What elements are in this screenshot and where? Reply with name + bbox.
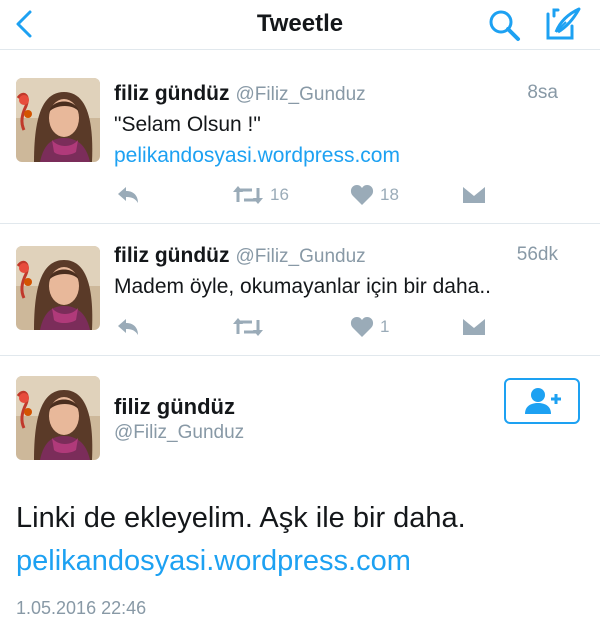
like-button[interactable]: 18 <box>350 180 399 210</box>
avatar[interactable] <box>16 376 100 460</box>
detail-tweet-text: Linki de ekleyelim. Aşk ile bir daha. <box>16 502 466 534</box>
like-count: 1 <box>380 317 390 336</box>
compose-icon <box>546 7 581 40</box>
reply-button[interactable] <box>116 180 140 210</box>
tweet-link[interactable]: pelikandosyasi.wordpress.com <box>114 144 400 168</box>
retweet-count: 16 <box>270 185 289 204</box>
compose-button[interactable] <box>542 4 584 44</box>
envelope-icon <box>463 187 485 203</box>
detail-timestamp: 1.05.2016 22:46 <box>16 598 147 618</box>
tweet-item[interactable]: filiz gündüz @Filiz_Gunduz 8sa "Selam Ols… <box>0 50 600 224</box>
nav-bar: Tweetle <box>0 0 600 50</box>
avatar-image <box>16 376 100 460</box>
search-icon <box>489 10 520 41</box>
direct-message-button[interactable] <box>462 180 486 210</box>
add-user-icon <box>525 388 561 414</box>
tweet-actions: 16 18 <box>114 180 514 210</box>
tweet-author-handle[interactable]: @Filiz_Gunduz <box>235 246 365 267</box>
tweet-item[interactable]: filiz gündüz @Filiz_Gunduz 56dk Madem öyl… <box>0 224 600 356</box>
reply-button[interactable] <box>116 312 140 342</box>
avatar[interactable] <box>16 246 100 330</box>
retweet-icon <box>233 318 263 336</box>
tweet-author-name[interactable]: filiz gündüz <box>114 244 229 267</box>
like-button[interactable]: 1 <box>350 312 389 342</box>
avatar-image <box>16 246 100 330</box>
direct-message-button[interactable] <box>462 312 486 342</box>
reply-icon <box>118 319 138 335</box>
retweet-icon <box>233 186 263 204</box>
detail-author-name[interactable]: filiz gündüz <box>114 394 235 420</box>
heart-icon <box>350 317 374 337</box>
like-count: 18 <box>380 185 399 204</box>
follow-button[interactable] <box>504 378 580 424</box>
search-button[interactable] <box>484 6 524 44</box>
tweet-time: 56dk <box>516 244 558 265</box>
tweet-text: "Selam Olsun !" <box>114 113 261 136</box>
tweet-text: Madem öyle, okumayanlar için bir daha.. <box>114 275 492 298</box>
tweet-actions: 1 <box>114 312 514 342</box>
tweet-author-name[interactable]: filiz gündüz <box>114 82 229 105</box>
tweet-time: 8sa <box>527 82 558 103</box>
detail-author-handle[interactable]: @Filiz_Gunduz <box>114 422 244 444</box>
avatar-image <box>16 78 100 162</box>
heart-icon <box>350 185 374 205</box>
retweet-button[interactable]: 16 <box>232 180 289 210</box>
tweet-header: filiz gündüz @Filiz_Gunduz 8sa <box>114 82 580 106</box>
tweet-author-handle[interactable]: @Filiz_Gunduz <box>235 84 365 105</box>
reply-icon <box>118 187 138 203</box>
envelope-icon <box>463 319 485 335</box>
retweet-button[interactable] <box>232 312 270 342</box>
tweet-header: filiz gündüz @Filiz_Gunduz 56dk <box>114 244 580 268</box>
avatar[interactable] <box>16 78 100 162</box>
detail-tweet-link[interactable]: pelikandosyasi.wordpress.com <box>16 545 411 578</box>
